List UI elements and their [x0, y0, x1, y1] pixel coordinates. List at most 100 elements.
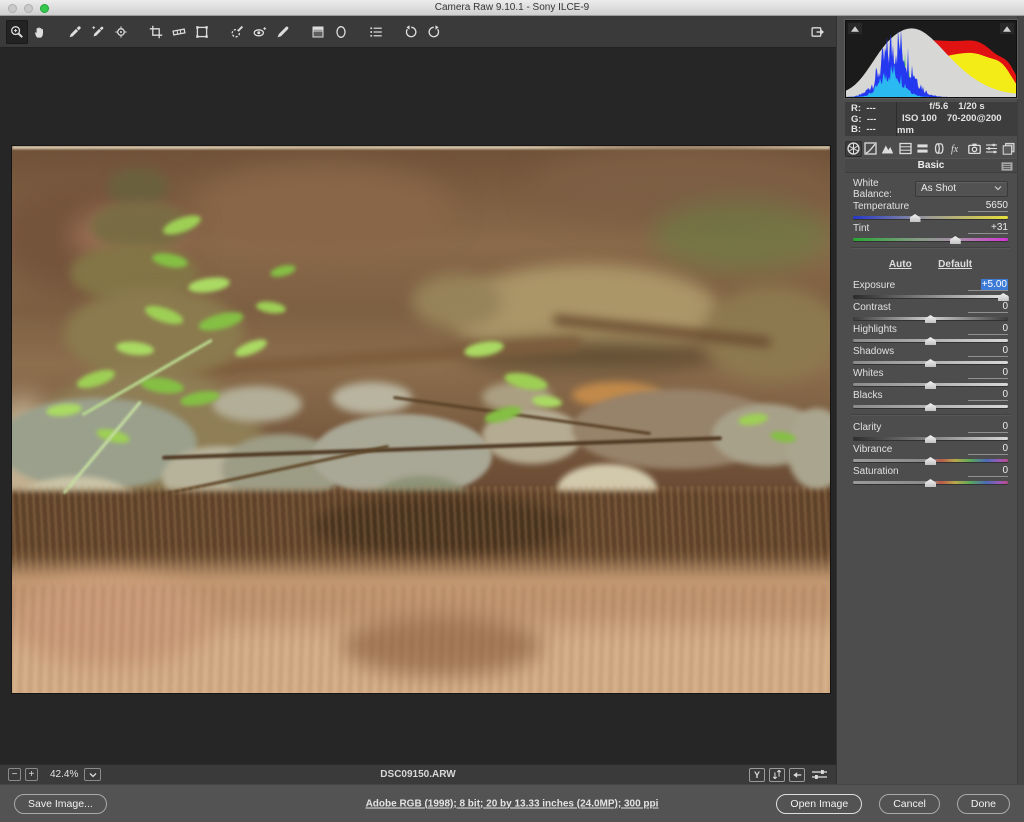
slider-track[interactable] — [853, 295, 1008, 298]
done-button[interactable]: Done — [957, 794, 1010, 814]
slider-track-area[interactable] — [853, 313, 1008, 323]
slider-track-area[interactable] — [853, 357, 1008, 367]
slider-track-area[interactable] — [853, 291, 1008, 301]
white-balance-tool-icon[interactable] — [64, 20, 86, 44]
graduated-filter-tool-icon[interactable] — [307, 20, 329, 44]
open-image-button[interactable]: Open Image — [776, 794, 862, 814]
rotate-ccw-tool-icon[interactable] — [400, 20, 422, 44]
preview-status-bar: − + 42.4% DSC09150.ARW Y — [0, 764, 836, 784]
preferences-tool-icon[interactable] — [365, 20, 387, 44]
slider-track-area[interactable] — [853, 234, 1008, 244]
hand-tool-icon[interactable] — [29, 20, 51, 44]
bottom-bar: Save Image... Adobe RGB (1998); 8 bit; 2… — [0, 784, 1024, 822]
slider-track-area[interactable] — [853, 379, 1008, 389]
tab-snapshots-icon[interactable] — [1000, 141, 1017, 157]
white-balance-select[interactable]: As Shot — [915, 181, 1008, 197]
panel-tabs: fx — [845, 140, 1017, 157]
histogram-plot — [846, 21, 1016, 97]
slider-value[interactable]: 0 — [968, 443, 1008, 455]
tab-effects-icon[interactable]: fx — [948, 141, 965, 157]
slider-value[interactable]: 0 — [968, 323, 1008, 335]
rgb-exif-readout: R: --- G: --- B: --- f/5.61/20 s ISO 100… — [845, 102, 1017, 136]
svg-text:fx: fx — [951, 144, 959, 155]
save-image-button[interactable]: Save Image... — [14, 794, 107, 814]
arrow-left-icon — [791, 769, 803, 781]
slider-value[interactable]: 0 — [968, 301, 1008, 313]
slider-contrast: Contrast 0 — [853, 301, 1008, 323]
photo-texture — [12, 586, 830, 693]
fullscreen-toggle-icon[interactable] — [806, 20, 830, 44]
photo-layer — [652, 201, 830, 271]
preview-canvas[interactable] — [0, 48, 836, 764]
auto-link[interactable]: Auto — [889, 259, 912, 270]
tab-split-toning-icon[interactable] — [914, 141, 931, 157]
photo-texture — [12, 486, 830, 586]
photo-layer — [269, 263, 297, 279]
triangle-icon — [1002, 25, 1012, 33]
red-eye-tool-icon[interactable] — [249, 20, 271, 44]
triangle-icon — [850, 25, 860, 33]
crop-tool-icon[interactable] — [145, 20, 167, 44]
tab-lens-corrections-icon[interactable] — [931, 141, 948, 157]
targeted-adjustment-tool-icon[interactable] — [110, 20, 132, 44]
tab-hsl-grayscale-icon[interactable] — [897, 141, 914, 157]
tab-tone-curve-icon[interactable] — [862, 141, 879, 157]
copy-settings-button[interactable] — [789, 768, 805, 782]
slider-exposure: Exposure +5.00 — [853, 279, 1008, 301]
default-link[interactable]: Default — [938, 259, 972, 270]
slider-track-area[interactable] — [853, 212, 1008, 222]
tab-presets-icon[interactable] — [983, 141, 1000, 157]
slider-track[interactable] — [853, 238, 1008, 241]
slider-value[interactable]: +31 — [968, 222, 1008, 234]
photo-layer — [412, 274, 502, 329]
slider-track-area[interactable] — [853, 401, 1008, 411]
slider-blacks: Blacks 0 — [853, 389, 1008, 411]
cancel-button[interactable]: Cancel — [879, 794, 940, 814]
adjustment-brush-tool-icon[interactable] — [272, 20, 294, 44]
transform-tool-icon[interactable] — [191, 20, 213, 44]
radial-filter-tool-icon[interactable] — [330, 20, 352, 44]
divider — [851, 414, 1010, 415]
slider-value[interactable]: 0 — [968, 367, 1008, 379]
chevron-down-icon — [994, 183, 1002, 194]
slider-label: Whites — [853, 368, 884, 379]
slider-value[interactable]: +5.00 — [968, 279, 1008, 291]
slider-track-area[interactable] — [853, 477, 1008, 487]
slider-saturation: Saturation 0 — [853, 465, 1008, 487]
panel-scrollbar[interactable] — [1017, 16, 1024, 784]
before-after-toggle-button[interactable]: Y — [749, 768, 765, 782]
tab-camera-calibration-icon[interactable] — [966, 141, 983, 157]
tab-basic-icon[interactable] — [845, 141, 862, 157]
straighten-tool-icon[interactable] — [168, 20, 190, 44]
slider-value[interactable]: 0 — [968, 421, 1008, 433]
workflow-options-link[interactable]: Adobe RGB (1998); 8 bit; 20 by 13.33 inc… — [366, 798, 659, 809]
divider — [851, 247, 1010, 248]
preview-image[interactable] — [12, 146, 830, 693]
swap-before-after-button[interactable] — [769, 768, 785, 782]
tool-group — [6, 16, 446, 47]
slider-track-area[interactable] — [853, 335, 1008, 345]
slider-value[interactable]: 0 — [968, 465, 1008, 477]
slider-value[interactable]: 0 — [968, 389, 1008, 401]
slider-label: Tint — [853, 223, 869, 234]
exif-info: f/5.61/20 s ISO 10070-200@200 mm — [897, 102, 1017, 136]
slider-track[interactable] — [853, 216, 1008, 219]
preview-column: − + 42.4% DSC09150.ARW Y — [0, 16, 836, 784]
shadow-clipping-toggle[interactable] — [848, 23, 862, 34]
zoom-tool-icon[interactable] — [6, 20, 28, 44]
slider-whites: Whites 0 — [853, 367, 1008, 389]
tab-detail-icon[interactable] — [879, 141, 896, 157]
preview-preferences-icon[interactable] — [811, 767, 828, 782]
slider-tint: Tint +31 — [853, 222, 1008, 244]
slider-value[interactable]: 0 — [968, 345, 1008, 357]
photo-layer — [255, 300, 286, 315]
slider-track-area[interactable] — [853, 433, 1008, 443]
slider-track-area[interactable] — [853, 455, 1008, 465]
photo-layer — [192, 164, 452, 254]
spot-removal-tool-icon[interactable] — [226, 20, 248, 44]
photo-layer — [64, 288, 244, 380]
color-sampler-tool-icon[interactable] — [87, 20, 109, 44]
slider-value[interactable]: 5650 — [968, 200, 1008, 212]
highlight-clipping-toggle[interactable] — [1000, 23, 1014, 34]
rotate-cw-tool-icon[interactable] — [423, 20, 445, 44]
